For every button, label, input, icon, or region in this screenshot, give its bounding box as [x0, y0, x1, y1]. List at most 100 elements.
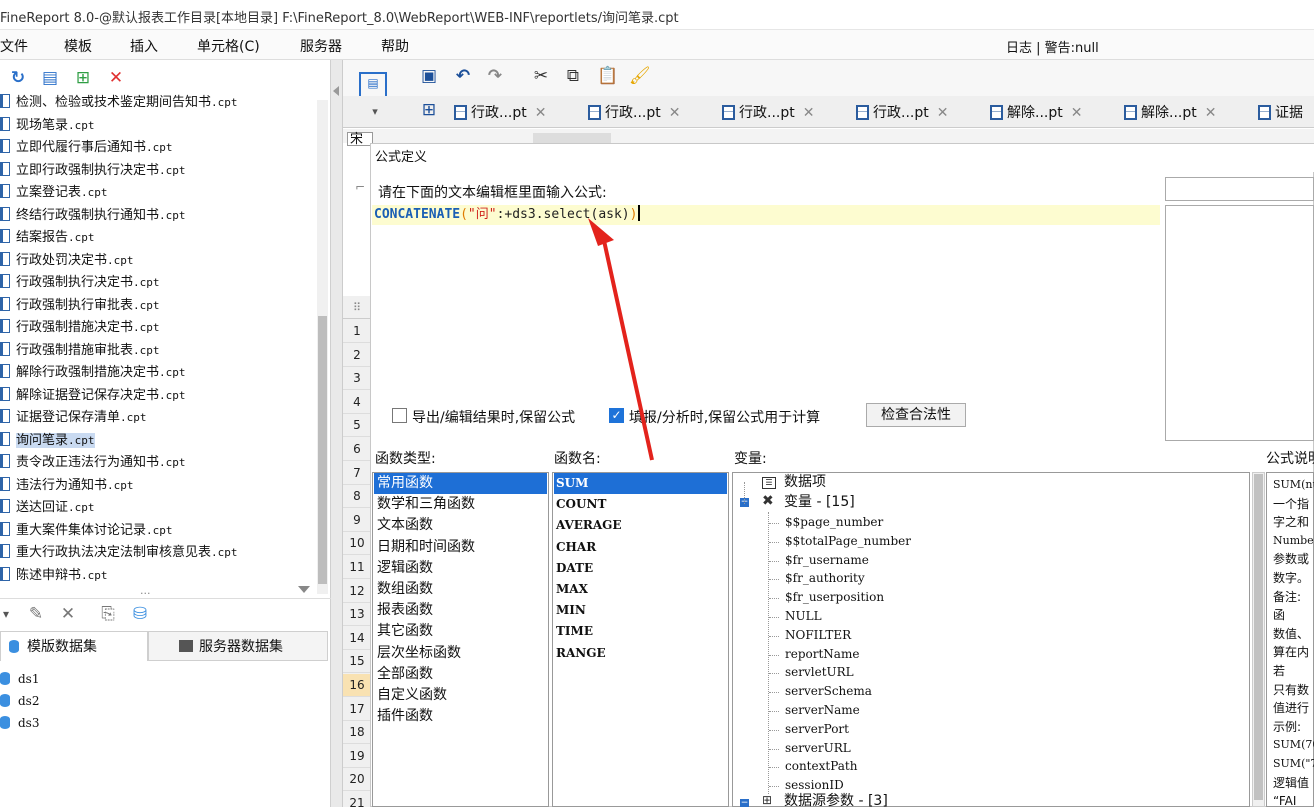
variable-item[interactable]: serverURL — [785, 739, 851, 758]
row-number[interactable]: 13 — [343, 603, 371, 627]
file-item[interactable]: 行政强制执行决定书.cpt — [0, 272, 316, 294]
row-number[interactable]: 2 — [343, 344, 371, 367]
file-item[interactable]: 责令改正违法行为通知书.cpt — [0, 452, 316, 474]
close-tab-icon[interactable]: ✕ — [1205, 105, 1217, 121]
dataset-item-ds3[interactable]: ds3 — [0, 714, 39, 732]
function-type-item[interactable]: 其它函数 — [374, 621, 547, 642]
corner-cell[interactable]: ⠿ — [343, 296, 371, 319]
function-type-item[interactable]: 自定义函数 — [374, 685, 547, 706]
variable-item[interactable]: $$page_number — [785, 513, 883, 532]
row-number[interactable]: 18 — [343, 721, 371, 745]
variable-item[interactable]: NOFILTER — [785, 626, 851, 645]
variable-item[interactable]: $fr_username — [785, 551, 869, 570]
file-item[interactable]: 重大案件集体讨论记录.cpt — [0, 520, 316, 542]
close-tab-icon[interactable]: ✕ — [937, 105, 949, 121]
file-item[interactable]: 行政强制措施审批表.cpt — [0, 340, 316, 362]
file-tab[interactable]: 行政...pt ✕ — [856, 100, 948, 126]
function-search-input[interactable] — [1165, 177, 1314, 201]
check-validity-button[interactable]: 检查合法性 — [866, 403, 966, 427]
function-type-item[interactable]: 数组函数 — [374, 579, 547, 600]
refresh-icon[interactable]: ↻ — [8, 68, 28, 88]
tree-datasource-params[interactable]: 数据源参数 - [3] — [784, 792, 888, 807]
tree-scrollbar-thumb[interactable] — [318, 316, 327, 584]
file-tab[interactable]: 行政...pt ✕ — [588, 100, 680, 126]
undo-icon[interactable]: ↶ — [453, 66, 473, 86]
file-item[interactable]: 陈述申辩书.cpt — [0, 565, 316, 587]
menu-cell[interactable]: 单元格(C) — [197, 36, 260, 56]
edit-pencil-icon[interactable]: ✎ — [26, 604, 46, 624]
menu-file[interactable]: 文件 — [0, 36, 28, 56]
menu-server[interactable]: 服务器 — [300, 36, 342, 56]
file-item[interactable]: 违法行为通知书.cpt — [0, 475, 316, 497]
function-name-item[interactable]: CHAR — [554, 537, 727, 558]
function-type-item[interactable]: 报表函数 — [374, 600, 547, 621]
variable-item[interactable]: servletURL — [785, 663, 854, 682]
row-number[interactable]: 8 — [343, 485, 371, 509]
row-number[interactable]: 7 — [343, 462, 371, 485]
file-item[interactable]: 立即行政强制执行决定书.cpt — [0, 160, 316, 182]
file-tab[interactable]: 解除...pt ✕ — [1124, 100, 1216, 126]
font-size-select[interactable] — [533, 133, 611, 143]
variable-item[interactable]: NULL — [785, 607, 822, 626]
collapse-icon[interactable]: − — [740, 799, 749, 807]
remove-icon[interactable]: ✕ — [58, 604, 78, 624]
file-tab[interactable]: 行政...pt ✕ — [454, 100, 546, 126]
dataset-item-ds2[interactable]: ds2 — [0, 692, 39, 710]
tab-menu-dropdown-icon[interactable]: ▾ — [365, 102, 385, 122]
list-view-icon[interactable]: ▤ — [40, 68, 60, 88]
save-icon[interactable]: ▣ — [419, 66, 439, 86]
row-number[interactable]: 4 — [343, 391, 371, 414]
function-type-item[interactable]: 数学和三角函数 — [374, 494, 547, 515]
row-number[interactable]: 17 — [343, 698, 371, 721]
row-number[interactable]: 11 — [343, 556, 371, 579]
new-template-icon[interactable]: ⊞ — [419, 100, 439, 120]
log-warning-status[interactable]: 日志 | 警告:null — [1006, 37, 1099, 56]
format-painter-icon[interactable]: 🖌 — [629, 66, 651, 86]
function-name-item[interactable]: MIN — [554, 600, 727, 621]
redo-icon[interactable]: ↷ — [485, 66, 505, 86]
row-number[interactable]: 9 — [343, 509, 371, 532]
close-tab-icon[interactable]: ✕ — [1071, 105, 1083, 121]
row-number[interactable]: 3 — [343, 367, 371, 391]
tab-server-dataset[interactable]: 服务器数据集 — [148, 631, 328, 661]
add-dropdown-icon[interactable]: ▾ — [0, 604, 16, 624]
paste-icon[interactable]: 📋 — [597, 66, 618, 86]
row-number[interactable]: 10 — [343, 532, 371, 556]
file-item[interactable]: 解除行政强制措施决定书.cpt — [0, 362, 316, 384]
file-item[interactable]: 行政强制执行审批表.cpt — [0, 295, 316, 317]
function-type-item[interactable]: 逻辑函数 — [374, 558, 547, 579]
function-name-item[interactable]: SUM — [554, 473, 727, 494]
tab-template-dataset[interactable]: 模版数据集 — [0, 631, 148, 661]
preview-icon[interactable]: ⎘ — [98, 604, 118, 624]
function-name-item[interactable]: TIME — [554, 621, 727, 642]
function-name-item[interactable]: DATE — [554, 558, 727, 579]
function-type-item[interactable]: 层次坐标函数 — [374, 643, 547, 664]
copy-icon[interactable]: ⧉ — [563, 66, 583, 86]
file-tab[interactable]: 行政...pt ✕ — [722, 100, 814, 126]
function-type-item[interactable]: 全部函数 — [374, 664, 547, 685]
file-item[interactable]: 重大行政执法决定法制审核意见表.cpt — [0, 542, 316, 564]
export-keep-formula-checkbox[interactable] — [392, 408, 407, 423]
function-name-item[interactable]: AVERAGE — [554, 515, 727, 536]
menu-template[interactable]: 模板 — [64, 36, 92, 56]
row-number[interactable]: 1 — [343, 320, 371, 343]
variable-item[interactable]: serverPort — [785, 720, 849, 739]
file-item[interactable]: 立即代履行事后通知书.cpt — [0, 137, 316, 159]
row-number[interactable]: 21 — [343, 792, 371, 807]
variable-item[interactable]: $fr_authority — [785, 569, 865, 588]
function-name-item[interactable]: COUNT — [554, 494, 727, 515]
variable-item[interactable]: serverSchema — [785, 682, 872, 701]
close-tab-icon[interactable]: ✕ — [803, 105, 815, 121]
menu-insert[interactable]: 插入 — [130, 36, 158, 56]
search-result-box[interactable] — [1165, 205, 1314, 441]
file-item[interactable]: 检测、检验或技术鉴定期间告知书.cpt — [0, 92, 316, 114]
variable-item[interactable]: reportName — [785, 645, 859, 664]
formula-editor[interactable] — [372, 204, 1160, 388]
close-tab-icon[interactable]: ✕ — [669, 105, 681, 121]
collapse-left-icon[interactable] — [333, 86, 339, 96]
file-item[interactable]: 立案登记表.cpt — [0, 182, 316, 204]
tree-variable-group[interactable]: 变量 - [15] — [784, 493, 855, 512]
db-config-icon[interactable]: ⛁ — [130, 604, 150, 624]
locate-icon[interactable]: ⊞ — [73, 68, 93, 88]
tree-data-item[interactable]: 数据项 — [784, 473, 826, 492]
